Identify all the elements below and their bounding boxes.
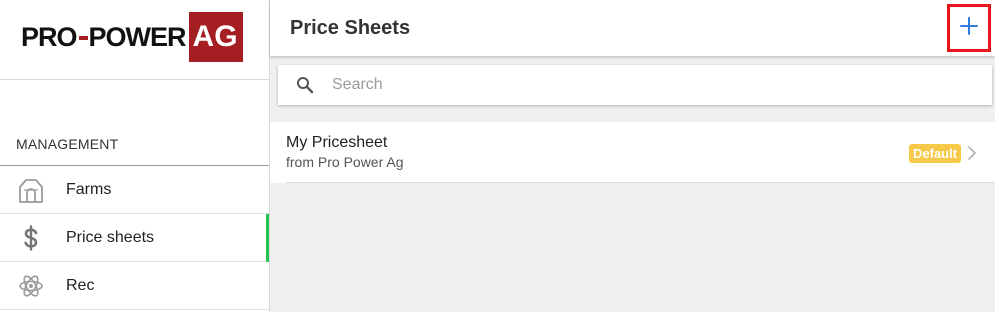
list-item[interactable]: My Pricesheet from Pro Power Ag Default [270, 122, 995, 183]
row-divider [286, 182, 995, 183]
atom-icon [17, 272, 45, 300]
sidebar-item-price-sheets[interactable]: Price sheets [0, 214, 269, 262]
barn-icon [17, 176, 45, 204]
header-bar: Price Sheets [270, 0, 995, 56]
page-title: Price Sheets [290, 17, 411, 39]
app-window: PRO POWER AG MANAGEMENT Farms Price shee… [0, 0, 995, 312]
add-pricesheet-button[interactable] [947, 4, 991, 52]
sidebar-item-farms[interactable]: Farms [0, 166, 269, 214]
logo-power-text: POWER [88, 22, 187, 52]
sidebar-item-rec[interactable]: Rec [0, 262, 269, 310]
search-input[interactable] [332, 71, 972, 99]
dollar-icon [17, 224, 45, 252]
sidebar-item-label: Rec [66, 276, 95, 294]
logo-pro-text: PRO [21, 22, 78, 52]
sidebar-item-label: Farms [66, 180, 112, 198]
pricesheet-subtitle: from Pro Power Ag [286, 154, 404, 170]
pricesheet-name: My Pricesheet [286, 134, 388, 151]
chevron-right-icon [967, 145, 977, 161]
logo-dash [78, 36, 88, 40]
search-bar [278, 65, 992, 105]
section-title-management: MANAGEMENT [16, 136, 119, 152]
default-badge: Default [909, 144, 962, 163]
logo-area: PRO POWER AG [0, 0, 269, 80]
brand-logo[interactable]: PRO POWER AG [21, 12, 243, 62]
pricesheet-list: My Pricesheet from Pro Power Ag Default [270, 122, 995, 183]
plus-icon [959, 16, 979, 41]
sidebar: PRO POWER AG MANAGEMENT Farms Price shee… [0, 0, 270, 312]
search-icon [296, 76, 314, 94]
logo-ag-text: AG [188, 12, 243, 62]
main-content: Price Sheets My Pricesheet [270, 0, 995, 312]
sidebar-item-label: Price sheets [66, 228, 155, 246]
